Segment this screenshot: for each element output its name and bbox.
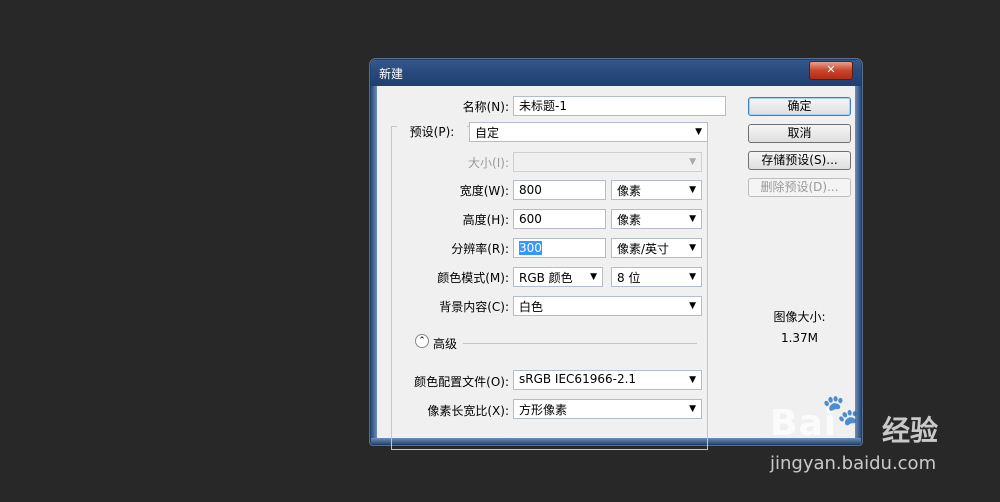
pixel-aspect-label: 像素长宽比(X):: [427, 404, 509, 418]
advanced-divider: [463, 343, 697, 344]
width-input[interactable]: 800: [513, 180, 606, 200]
resolution-input[interactable]: 300: [513, 238, 606, 258]
resolution-unit-select[interactable]: 像素/英寸 ▼: [611, 238, 702, 258]
bit-depth-select[interactable]: 8 位 ▼: [611, 267, 702, 287]
watermark-url: jingyan.baidu.com: [770, 453, 937, 474]
width-label: 宽度(W):: [459, 184, 509, 198]
color-profile-value: sRGB IEC61966-2.1: [519, 372, 637, 386]
dialog-title: 新建: [379, 67, 404, 81]
ok-button[interactable]: 确定: [748, 97, 851, 116]
chevron-down-icon: ▼: [689, 375, 696, 385]
background-select[interactable]: 白色 ▼: [513, 296, 702, 316]
advanced-label[interactable]: 高级: [433, 335, 461, 352]
height-label: 高度(H):: [462, 213, 509, 227]
close-icon: ✕: [826, 63, 836, 76]
height-input[interactable]: 600: [513, 209, 606, 229]
width-unit-select[interactable]: 像素 ▼: [611, 180, 702, 200]
width-unit-value: 像素: [617, 184, 642, 198]
chevron-down-icon: ▼: [689, 214, 696, 224]
paw-icon: 🐾: [822, 393, 860, 428]
save-preset-button[interactable]: 存储预设(S)...: [748, 151, 851, 170]
chevron-down-icon: ▼: [689, 243, 696, 253]
size-label: 大小(I):: [468, 156, 509, 170]
bit-depth-value: 8 位: [617, 271, 641, 285]
close-button[interactable]: ✕: [809, 61, 853, 80]
preset-select[interactable]: 自定 ▼: [469, 122, 708, 142]
watermark-logo-suffix: 经验: [882, 414, 939, 447]
color-mode-value: RGB 颜色: [519, 271, 573, 285]
chevron-down-icon: ▼: [695, 127, 702, 137]
name-label: 名称(N):: [462, 100, 509, 114]
chevron-down-icon: ▼: [689, 272, 696, 282]
chevron-down-icon: ▼: [689, 404, 696, 414]
color-mode-label: 颜色模式(M):: [437, 271, 509, 285]
background-label: 背景内容(C):: [439, 300, 509, 314]
cancel-button[interactable]: 取消: [748, 124, 851, 143]
image-size-value: 1.37M: [780, 331, 819, 345]
advanced-toggle-icon[interactable]: ⌃: [415, 334, 429, 348]
chevron-down-icon: ▼: [590, 272, 597, 282]
color-profile-label: 颜色配置文件(O):: [414, 375, 509, 389]
image-size-label: 图像大小:: [773, 310, 826, 324]
pixel-aspect-value: 方形像素: [519, 403, 568, 417]
dialog-client-area: 名称(N): 未标题-1 预设(P): 自定 ▼ 大小(I): ▼ 宽度(W):…: [377, 86, 855, 450]
pixel-aspect-select[interactable]: 方形像素 ▼: [513, 399, 702, 419]
chevron-down-icon: ▼: [689, 157, 696, 167]
resolution-unit-value: 像素/英寸: [617, 242, 670, 256]
chevron-down-icon: ▼: [689, 301, 696, 311]
background-value: 白色: [519, 300, 544, 314]
window-frame-right: [855, 86, 861, 444]
dialog-titlebar[interactable]: 新建 ✕: [371, 60, 861, 86]
height-unit-value: 像素: [617, 213, 642, 227]
delete-preset-button: 删除预设(D)...: [748, 178, 851, 197]
resolution-value-selected: 300: [519, 241, 542, 255]
chevron-down-icon: ▼: [689, 185, 696, 195]
preset-value: 自定: [475, 126, 500, 140]
resolution-label: 分辨率(R):: [451, 242, 509, 256]
baidu-jingyan-watermark: Bai 🐾 经验 jingyan.baidu.com: [760, 393, 992, 483]
color-profile-select[interactable]: sRGB IEC61966-2.1 ▼: [513, 370, 702, 390]
new-document-dialog: 新建 ✕ 名称(N): 未标题-1 预设(P): 自定 ▼ 大小(I): ▼ 宽…: [370, 59, 862, 450]
color-mode-select[interactable]: RGB 颜色 ▼: [513, 267, 603, 287]
name-input[interactable]: 未标题-1: [513, 96, 726, 116]
preset-label: 预设(P):: [397, 123, 467, 140]
height-unit-select[interactable]: 像素 ▼: [611, 209, 702, 229]
size-select: ▼: [513, 152, 702, 172]
